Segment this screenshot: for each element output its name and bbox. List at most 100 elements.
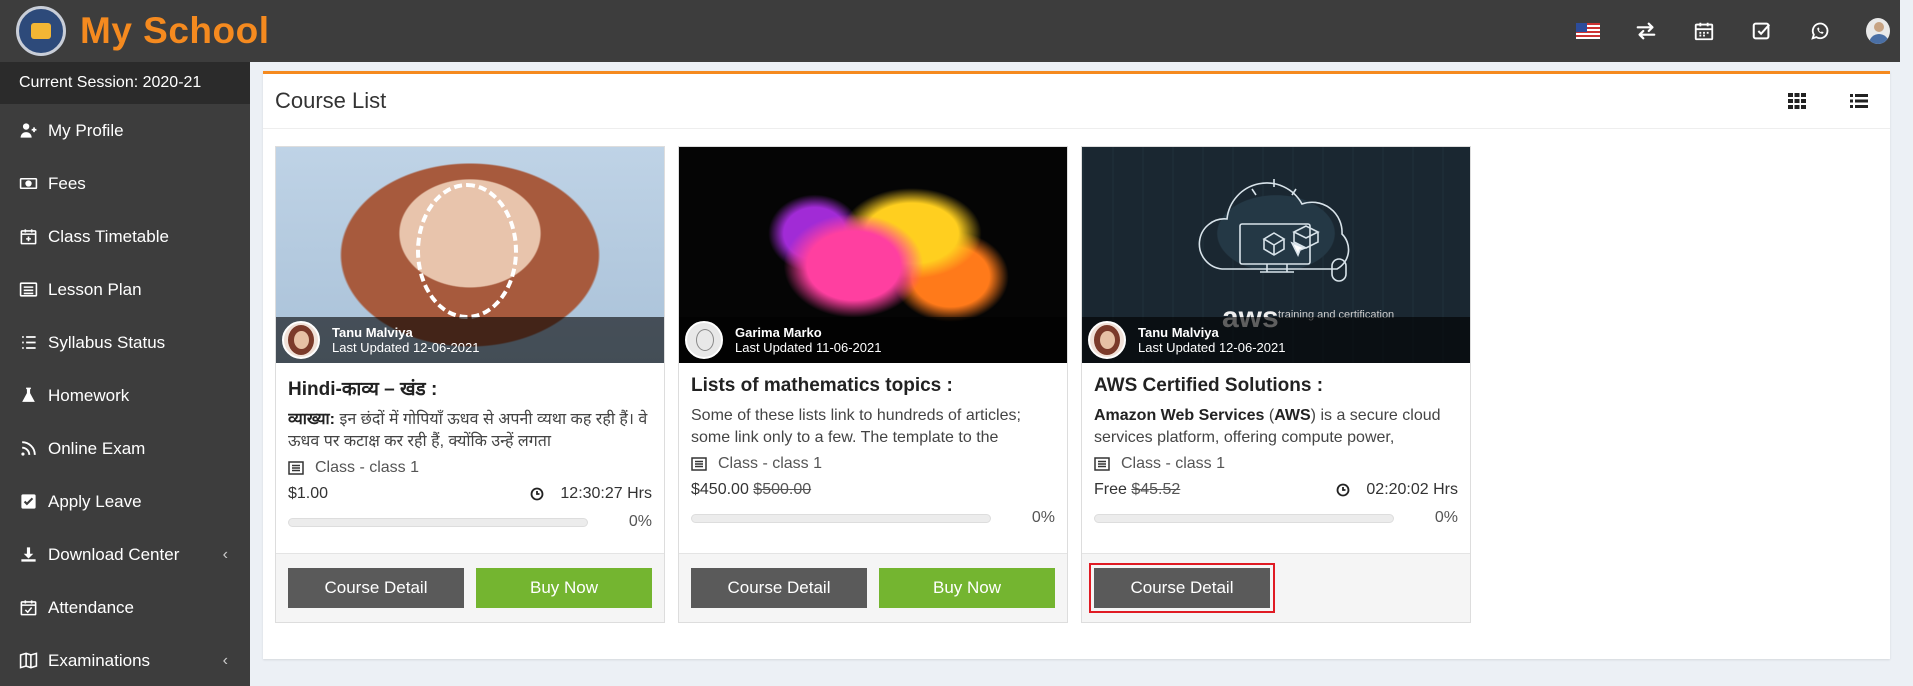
- sidebar-item-label: Attendance: [48, 597, 135, 617]
- download-icon: [21, 547, 36, 562]
- check-square-icon[interactable]: [1750, 19, 1774, 43]
- money-icon: [19, 177, 38, 190]
- course-description: Amazon Web Services (AWS) is a secure cl…: [1094, 407, 1441, 446]
- chevron-left-icon: ‹: [222, 545, 228, 563]
- sidebar-item-fees[interactable]: Fees: [0, 157, 250, 210]
- course-description: व्याख्या: इन छंदों में गोपियाँ ऊधव से अप…: [288, 411, 648, 450]
- top-icons: [1576, 0, 1890, 62]
- us-flag-icon[interactable]: [1576, 19, 1600, 43]
- course-duration: 02:20:02 Hrs: [1336, 481, 1458, 499]
- course-image: aws training and certification Tanu Malv…: [1082, 147, 1470, 363]
- list-icon: [22, 336, 36, 349]
- progress-bar: [1094, 513, 1394, 523]
- course-title: Lists of mathematics topics :: [691, 375, 953, 396]
- author-name: Tanu Malviya: [332, 325, 413, 340]
- author-name: Tanu Malviya: [1138, 325, 1219, 340]
- sidebar-item-examinations[interactable]: Examinations ‹: [0, 634, 250, 686]
- sidebar-item-label: Lesson Plan: [48, 279, 142, 299]
- clock-icon: [530, 487, 544, 501]
- calendar-check-icon: [20, 600, 37, 616]
- course-price: $1.00: [288, 485, 329, 502]
- sidebar-item-label: Syllabus Status: [48, 332, 166, 352]
- course-list-panel: Course List Tanu Malviya Last Updated 12…: [263, 71, 1890, 659]
- course-title: Hindi-काव्य – खंड :: [288, 379, 438, 400]
- last-updated: Last Updated 12-06-2021: [332, 340, 480, 355]
- author-avatar: [1088, 321, 1126, 359]
- course-card: Tanu Malviya Last Updated 12-06-2021 Hin…: [275, 146, 665, 623]
- map-icon: [19, 652, 38, 669]
- sidebar: Current Session: 2020-21 My Profile Fees…: [0, 62, 250, 686]
- course-duration: 12:30:27 Hrs: [530, 485, 652, 503]
- card-footer: Course Detail Buy Now: [276, 553, 664, 622]
- buy-now-button[interactable]: Buy Now: [476, 568, 652, 608]
- cloud-computer-icon: [1198, 179, 1350, 282]
- progress-bar: [288, 517, 588, 527]
- author-name: Garima Marko: [735, 325, 822, 340]
- progress-value: 0%: [628, 513, 652, 530]
- logo[interactable]: My School: [0, 0, 270, 62]
- current-session: Current Session: 2020-21: [0, 62, 250, 104]
- whatsapp-icon[interactable]: [1808, 19, 1832, 43]
- calendar-icon[interactable]: [1692, 19, 1716, 43]
- progress-value: 0%: [1434, 509, 1458, 526]
- sidebar-item-syllabus-status[interactable]: Syllabus Status: [0, 316, 250, 369]
- page-title: Course List: [275, 88, 387, 113]
- course-price: Free $45.52: [1094, 481, 1181, 498]
- sidebar-item-apply-leave[interactable]: Apply Leave: [0, 475, 250, 528]
- course-detail-button[interactable]: Course Detail: [691, 568, 867, 608]
- sidebar-item-class-timetable[interactable]: Class Timetable: [0, 210, 250, 263]
- list-alt-icon: [1094, 457, 1110, 471]
- top-navbar: My School: [0, 0, 1900, 62]
- buy-now-button[interactable]: Buy Now: [879, 568, 1055, 608]
- face-detection-ring: [416, 183, 518, 319]
- user-avatar[interactable]: [1866, 18, 1890, 44]
- sidebar-item-homework[interactable]: Homework: [0, 369, 250, 422]
- original-price: $500.00: [753, 481, 812, 498]
- sidebar-item-my-profile[interactable]: My Profile: [0, 104, 250, 157]
- progress-row: 0%: [1094, 509, 1458, 527]
- author-bar: Tanu Malviya Last Updated 12-06-2021: [276, 317, 664, 363]
- sidebar-item-label: Fees: [48, 173, 86, 193]
- course-class: Class - class 1: [691, 455, 1055, 473]
- course-detail-button[interactable]: Course Detail: [288, 568, 464, 608]
- sidebar-item-label: Apply Leave: [48, 491, 142, 511]
- author-bar: Tanu Malviya Last Updated 12-06-2021: [1082, 317, 1470, 363]
- author-bar: Garima Marko Last Updated 11-06-2021: [679, 317, 1067, 363]
- sidebar-item-lesson-plan[interactable]: Lesson Plan: [0, 263, 250, 316]
- course-class: Class - class 1: [288, 459, 652, 477]
- sidebar-item-attendance[interactable]: Attendance: [0, 581, 250, 634]
- switch-icon[interactable]: [1634, 19, 1658, 43]
- list-alt-icon: [19, 282, 38, 297]
- course-description: Some of these lists link to hundreds of …: [691, 407, 1021, 446]
- price-row: $1.00 12:30:27 Hrs: [288, 485, 652, 503]
- last-updated: Last Updated 12-06-2021: [1138, 340, 1286, 355]
- course-card: aws training and certification Tanu Malv…: [1081, 146, 1471, 623]
- sidebar-item-label: Examinations: [48, 650, 151, 670]
- course-image: Tanu Malviya Last Updated 12-06-2021: [276, 147, 664, 363]
- last-updated: Last Updated 11-06-2021: [735, 340, 882, 355]
- original-price: $45.52: [1131, 481, 1181, 498]
- card-footer: Course Detail Buy Now: [679, 553, 1067, 622]
- grid-view-icon[interactable]: [1788, 92, 1806, 110]
- course-detail-button[interactable]: Course Detail: [1094, 568, 1270, 608]
- course-card: Garima Marko Last Updated 11-06-2021 Lis…: [678, 146, 1068, 623]
- price-row: Free $45.52 02:20:02 Hrs: [1094, 481, 1458, 499]
- sidebar-item-label: Homework: [48, 385, 130, 405]
- user-plus-icon: [20, 123, 37, 138]
- list-alt-icon: [691, 457, 707, 471]
- progress-bar: [691, 513, 991, 523]
- school-logo-icon: [16, 6, 66, 56]
- sidebar-item-download-center[interactable]: Download Center ‹: [0, 528, 250, 581]
- calendar-plus-icon: [20, 229, 37, 245]
- highlight-box: Course Detail: [1089, 563, 1275, 613]
- progress-row: 0%: [691, 509, 1055, 527]
- list-view-icon[interactable]: [1850, 92, 1868, 110]
- sidebar-item-online-exam[interactable]: Online Exam: [0, 422, 250, 475]
- rss-icon: [21, 441, 36, 456]
- view-toggle: [1788, 92, 1868, 110]
- course-price: $450.00 $500.00: [691, 481, 812, 498]
- card-footer: Course Detail: [1082, 553, 1470, 622]
- sidebar-item-label: Class Timetable: [48, 226, 169, 246]
- progress-row: 0%: [288, 513, 652, 531]
- chevron-left-icon: ‹: [222, 651, 228, 669]
